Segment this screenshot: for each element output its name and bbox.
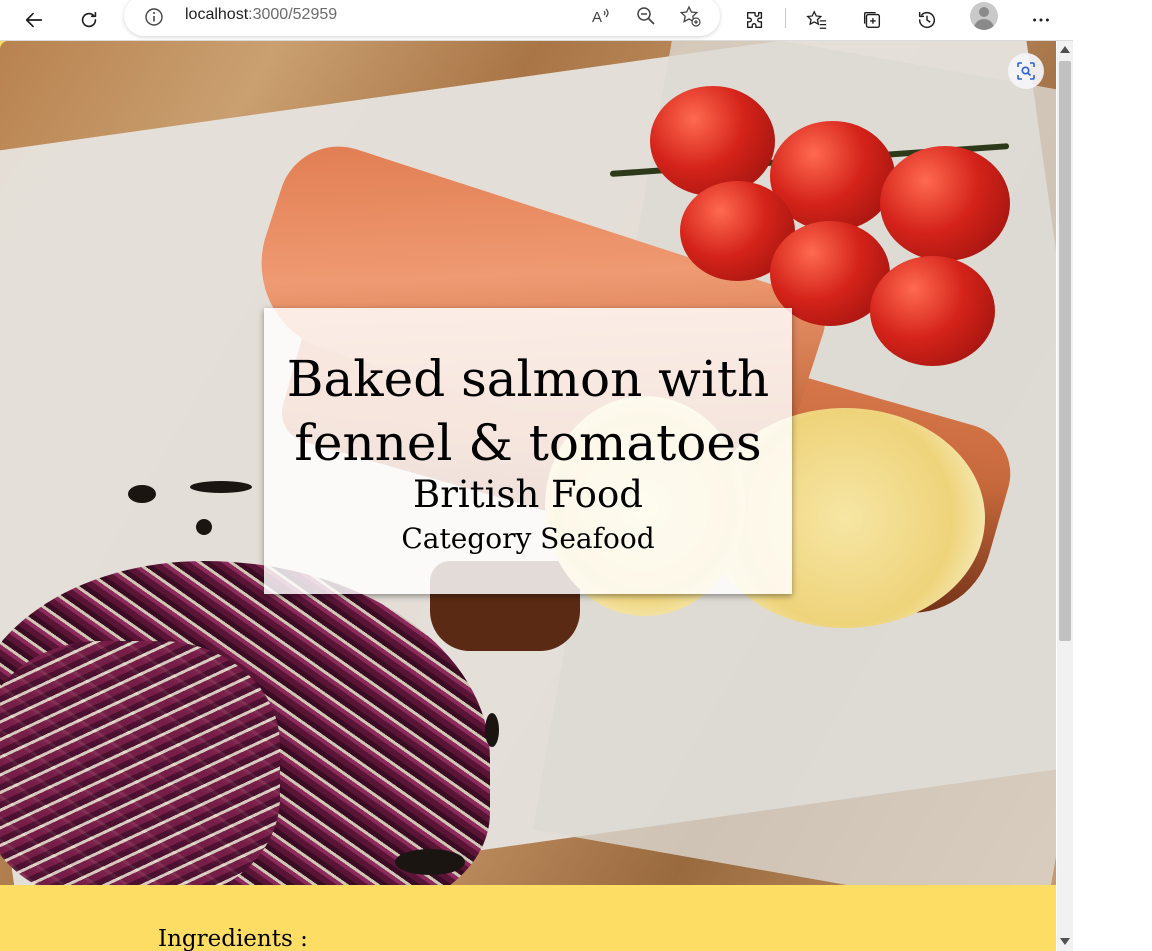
extensions-icon <box>746 11 763 29</box>
history-button[interactable] <box>909 2 945 38</box>
collections-button[interactable] <box>854 2 890 38</box>
url-host: localhost <box>185 6 249 23</box>
scroll-down-arrow-icon[interactable] <box>1060 938 1070 945</box>
page-viewport: Baked salmon with fennel & tomatoes Brit… <box>0 41 1056 951</box>
zoom-out-icon[interactable] <box>635 5 657 27</box>
scrollbar-thumb[interactable] <box>1059 61 1071 641</box>
read-aloud-icon[interactable]: A <box>590 5 612 27</box>
ingredients-heading: Ingredients : <box>158 926 308 951</box>
tomato <box>870 256 995 366</box>
add-favorite-icon[interactable] <box>679 5 701 27</box>
balsamic-drizzle <box>128 485 156 503</box>
more-menu-icon <box>1033 18 1049 22</box>
balsamic-drizzle <box>395 849 465 875</box>
meal-title-card: Baked salmon with fennel & tomatoes Brit… <box>264 308 792 594</box>
tomato <box>650 86 775 196</box>
favorites-icon <box>806 10 827 29</box>
back-button[interactable] <box>16 2 52 38</box>
meal-category: Category Seafood <box>401 522 655 555</box>
back-arrow-icon <box>25 12 43 28</box>
favorites-button[interactable] <box>799 2 835 38</box>
address-bar[interactable]: localhost:3000/52959 A <box>124 0 720 36</box>
red-cabbage-slaw-front <box>0 641 280 885</box>
meal-hero-image: Baked salmon with fennel & tomatoes Brit… <box>0 41 1056 885</box>
meal-title: Baked salmon with fennel & tomatoes <box>286 350 770 472</box>
scroll-up-arrow-icon[interactable] <box>1060 46 1070 53</box>
svg-text:A: A <box>592 9 602 26</box>
balsamic-drizzle <box>485 713 499 747</box>
browser-toolbar: localhost:3000/52959 A <box>0 0 1073 41</box>
balsamic-drizzle <box>196 519 212 535</box>
meal-area: British Food <box>413 473 643 516</box>
tomato <box>880 146 1010 261</box>
toolbar-divider <box>785 8 786 28</box>
profile-body <box>974 19 994 30</box>
more-menu-button[interactable] <box>1023 2 1059 38</box>
refresh-icon <box>81 11 97 28</box>
history-icon <box>918 11 936 29</box>
visual-search-icon <box>1017 62 1035 80</box>
info-icon[interactable] <box>144 7 164 27</box>
profile-icon[interactable] <box>970 2 998 30</box>
refresh-button[interactable] <box>71 2 107 38</box>
url-text[interactable]: localhost:3000/52959 <box>185 6 337 24</box>
profile-head <box>979 7 989 17</box>
url-path: :3000/52959 <box>248 6 338 23</box>
collections-icon <box>863 11 881 29</box>
visual-search-button[interactable] <box>1008 53 1044 89</box>
extensions-button[interactable] <box>737 2 773 38</box>
balsamic-drizzle <box>190 481 252 493</box>
